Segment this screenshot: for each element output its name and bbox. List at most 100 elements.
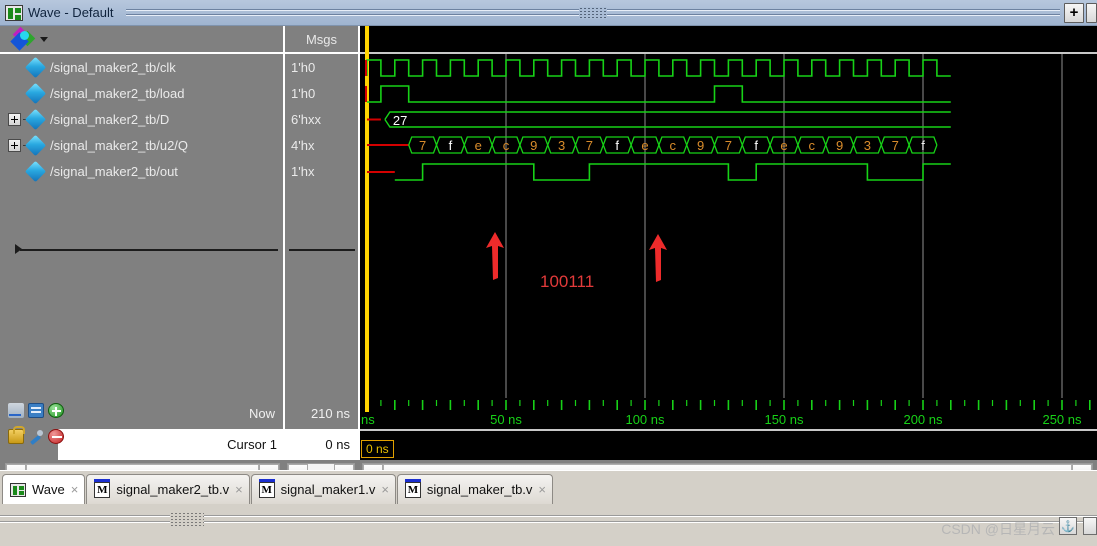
cursor-toolbar[interactable] — [8, 426, 64, 444]
statusbar-grip[interactable] — [0, 512, 1097, 526]
signal-diamond-icon — [24, 56, 47, 78]
cursor-time-badge[interactable]: 0 ns — [361, 440, 394, 458]
wave-tab-icon — [10, 482, 26, 497]
bus-value-Q: 7 — [892, 138, 899, 153]
bus-value-Q: 7 — [586, 138, 593, 153]
tab-close-icon[interactable]: × — [235, 482, 243, 497]
ruler-label: 200 ns — [903, 412, 943, 427]
signal-diamond-icon — [24, 160, 47, 182]
wave-load — [367, 85, 951, 103]
names-column-header — [0, 26, 285, 54]
msgs-row-load: 1'h0 — [285, 80, 358, 106]
tab-label: signal_maker_tb.v — [426, 482, 533, 497]
tab-label: signal_maker1.v — [280, 482, 376, 497]
signal-row-clk[interactable]: /signal_maker2_tb/clk — [0, 54, 283, 80]
cursor-value[interactable]: 0 ns — [285, 429, 358, 460]
bus-value-Q: 9 — [697, 138, 704, 153]
msgs-value: 4'hx — [291, 137, 315, 153]
signal-diamond-icon — [24, 134, 47, 156]
verilog-file-icon: M — [94, 478, 111, 498]
msgs-row-out: 1'hx — [285, 158, 358, 184]
wave-D-bottom — [384, 119, 951, 128]
msgs-divider — [289, 249, 355, 251]
bus-value-D: 27 — [393, 113, 407, 128]
now-label: Now — [248, 406, 275, 421]
bus-value-Q: 3 — [558, 138, 565, 153]
now-toolbar[interactable] — [8, 403, 64, 418]
signal-name-list[interactable]: /signal_maker2_tb/clk /signal_maker2_tb/… — [0, 54, 285, 398]
wave-clk — [366, 59, 951, 77]
bus-value-Q: 7 — [725, 138, 732, 153]
bus-value-Q: e — [475, 138, 482, 153]
cursor-row[interactable]: Cursor 1 — [58, 429, 285, 460]
msgs-value: 1'hx — [291, 163, 315, 179]
signal-name-label: /signal_maker2_tb/clk — [50, 59, 176, 75]
signal-name-label: /signal_maker2_tb/load — [50, 85, 185, 101]
tab-signal-maker1[interactable]: M signal_maker1.v × — [250, 474, 396, 504]
wave-canvas-topstrip — [360, 26, 1097, 54]
tab-close-icon[interactable]: × — [71, 482, 79, 497]
wave-window-small-icon[interactable] — [28, 403, 44, 418]
status-panel-left: Now Cursor 1 — [0, 398, 285, 460]
wave-D-top — [384, 111, 951, 120]
modelsim-wave-window: Wave - Default + Msgs /signal_maker2_tb/… — [0, 0, 1097, 546]
msgs-value: 6'hxx — [291, 111, 321, 127]
statusbar-button[interactable]: ⚓ — [1059, 517, 1077, 535]
tab-close-icon[interactable]: × — [538, 482, 546, 497]
left-annotation-arrow — [486, 232, 504, 280]
msgs-header-label: Msgs — [305, 31, 338, 47]
msgs-row-clk: 1'h0 — [285, 54, 358, 80]
ruler-label: 100 ns — [625, 412, 665, 427]
bus-value-Q: c — [503, 138, 510, 153]
bus-value-Q: f — [615, 138, 619, 153]
ruler-origin-label: ns — [361, 412, 375, 427]
dock-button[interactable]: + — [1064, 2, 1084, 23]
close-button[interactable] — [1086, 2, 1097, 23]
ruler-label: 150 ns — [764, 412, 804, 427]
timeline-ruler[interactable]: ns 50 ns 100 ns 150 ns 200 ns 250 ns — [360, 398, 1097, 438]
titlebar-drag-grip[interactable] — [125, 6, 1060, 19]
add-cursor-icon[interactable] — [48, 403, 64, 418]
wrench-icon[interactable] — [28, 429, 44, 444]
tab-close-icon[interactable]: × — [381, 482, 389, 497]
delete-cursor-icon[interactable] — [48, 429, 64, 444]
annotation-binary-text: 100111 — [540, 272, 595, 291]
status-panel-values: 210 ns 0 ns — [285, 398, 360, 460]
signal-filter-icon[interactable] — [10, 26, 48, 51]
expand-icon[interactable] — [8, 112, 21, 126]
bus-value-Q: 7 — [419, 138, 426, 153]
bus-value-Q: c — [670, 138, 677, 153]
tab-wave[interactable]: Wave × — [2, 474, 86, 504]
expand-icon[interactable] — [8, 138, 21, 152]
wave-out — [394, 163, 951, 181]
bottom-statusbar: CSDN @日星月云 ⚓ — [0, 504, 1097, 546]
bus-value-Q: 9 — [836, 138, 843, 153]
tab-label: signal_maker2_tb.v — [116, 482, 230, 497]
tab-signal-maker-tb[interactable]: M signal_maker_tb.v × — [396, 474, 554, 504]
cursor-strip[interactable]: 0 ns — [360, 438, 1097, 460]
lock-icon[interactable] — [8, 426, 25, 444]
ruler-label: 250 ns — [1042, 412, 1082, 427]
signal-row-out[interactable]: /signal_maker2_tb/out — [0, 158, 283, 184]
now-value: 210 ns — [310, 406, 350, 421]
tab-signal-maker2-tb[interactable]: M signal_maker2_tb.v × — [86, 474, 250, 504]
document-tabbar: Wave × M signal_maker2_tb.v × M signal_m… — [0, 470, 1097, 504]
right-annotation-arrow — [649, 234, 667, 282]
bus-value-Q: e — [780, 138, 787, 153]
bus-value-Q: f — [754, 138, 758, 153]
bus-value-Q: 9 — [530, 138, 537, 153]
chevron-down-icon[interactable] — [40, 37, 48, 42]
bus-value-Q: e — [641, 138, 648, 153]
ruler-label: 50 ns — [490, 412, 522, 427]
signal-row-D[interactable]: /signal_maker2_tb/D — [0, 106, 283, 132]
msgs-value-list: 1'h0 1'h0 6'hxx 4'hx 1'hx — [285, 54, 360, 398]
signal-row-load[interactable]: /signal_maker2_tb/load — [0, 80, 283, 106]
msgs-row-D: 6'hxx — [285, 106, 358, 132]
tab-label: Wave — [32, 482, 65, 497]
wave-canvas[interactable]: 27 7 f e c 9 3 7 f e c 9 7 f e c 9 3 7 f 100111 — [360, 54, 1097, 398]
verilog-file-icon: M — [258, 478, 275, 498]
find-icon[interactable] — [8, 403, 24, 418]
statusbar-button-clipped[interactable] — [1083, 517, 1097, 535]
msgs-value: 1'h0 — [291, 59, 316, 75]
signal-row-u2-Q[interactable]: /signal_maker2_tb/u2/Q — [0, 132, 283, 158]
